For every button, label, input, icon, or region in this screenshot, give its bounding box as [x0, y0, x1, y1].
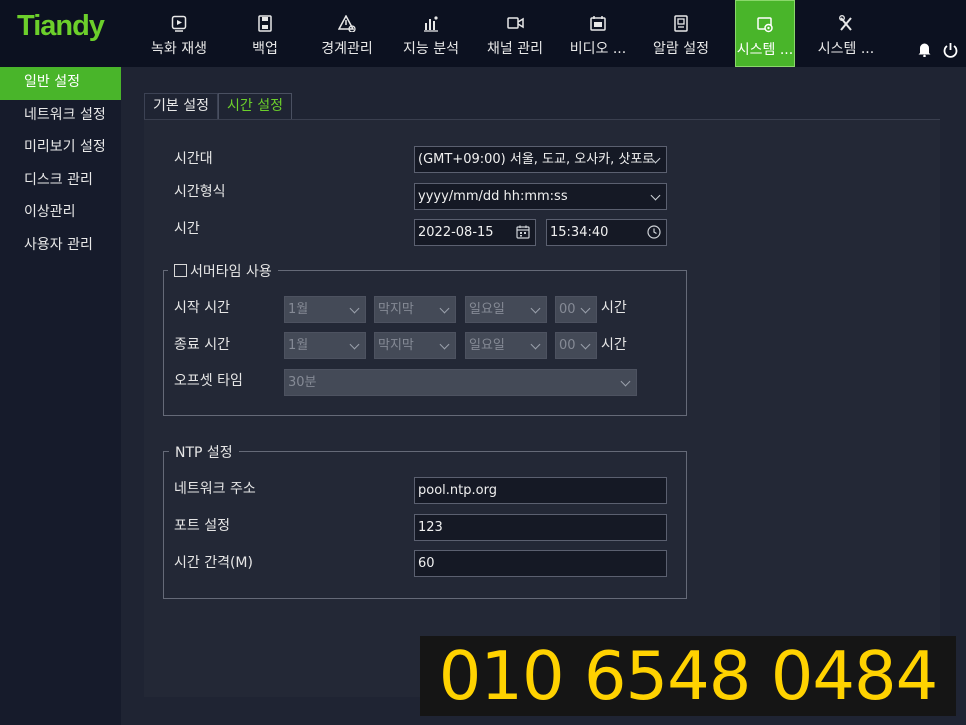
tab-time-settings[interactable]: 시간 설정: [217, 93, 292, 119]
dst-start-day-select[interactable]: 일요일: [465, 296, 547, 323]
dst-start-hour-select[interactable]: 00: [555, 296, 597, 323]
ntp-interval-value: 60: [418, 556, 435, 571]
tab-bar: 기본 설정 시간 설정: [144, 93, 292, 119]
play-icon: [168, 12, 190, 34]
nav-backup[interactable]: 백업: [235, 0, 295, 67]
nav-label: 알람 설정: [653, 41, 709, 57]
dst-end-day-select[interactable]: 일요일: [465, 332, 547, 359]
analytics-icon: [420, 12, 442, 34]
system-icon: [754, 13, 776, 35]
dst-offset-value: 30분: [288, 375, 317, 390]
time-format-value: yyyy/mm/dd hh:mm:ss: [418, 189, 568, 204]
tab-basic-settings[interactable]: 기본 설정: [144, 93, 218, 119]
dst-start-hour-value: 00: [559, 302, 576, 317]
time-format-label: 시간형식: [174, 184, 226, 200]
dst-end-day-value: 일요일: [469, 338, 505, 353]
dst-start-week-value: 막지막: [378, 302, 414, 317]
ntp-port-value: 123: [418, 520, 443, 535]
main-content: 기본 설정 시간 설정 시간대 (GMT+09:00) 서울, 도교, 오사카,…: [121, 67, 966, 725]
nav-label: 지능 분석: [403, 41, 459, 57]
ntp-address-input[interactable]: pool.ntp.org: [414, 477, 667, 504]
dst-offset-label: 오프셋 타임: [174, 373, 243, 389]
dst-end-week-value: 막지막: [378, 338, 414, 353]
video-icon: [587, 12, 609, 34]
dst-end-week-select[interactable]: 막지막: [374, 332, 456, 359]
ntp-address-value: pool.ntp.org: [418, 483, 497, 498]
nav-alarm[interactable]: 알람 설정: [650, 0, 712, 67]
dst-checkbox[interactable]: [174, 264, 187, 277]
alarm-icon: [670, 12, 692, 34]
dst-end-month-value: 1월: [288, 338, 309, 353]
nav-perimeter[interactable]: 경계관리: [314, 0, 380, 67]
calendar-icon[interactable]: [515, 224, 531, 240]
dst-start-month-value: 1월: [288, 302, 309, 317]
date-value: 2022-08-15: [418, 225, 494, 240]
dst-end-month-select[interactable]: 1월: [284, 332, 366, 359]
dst-start-week-select[interactable]: 막지막: [374, 296, 456, 323]
date-input[interactable]: 2022-08-15: [414, 219, 536, 246]
nav-label: 시스템 ...: [736, 42, 794, 58]
dst-end-hour-select[interactable]: 00: [555, 332, 597, 359]
sidebar-item-general[interactable]: 일반 설정: [0, 67, 121, 100]
ntp-port-label: 포트 설정: [174, 518, 230, 534]
nav-analytics[interactable]: 지능 분석: [398, 0, 464, 67]
time-settings-panel: 시간대 (GMT+09:00) 서울, 도교, 오사카, 삿포로 시간형식 yy…: [144, 119, 940, 697]
sidebar-item-network[interactable]: 네트워크 설정: [0, 100, 121, 133]
nav-channel[interactable]: 채널 관리: [484, 0, 546, 67]
timezone-label: 시간대: [174, 151, 213, 167]
dst-start-hour-unit: 시간: [601, 300, 627, 316]
timezone-value: (GMT+09:00) 서울, 도교, 오사카, 삿포로: [418, 152, 655, 167]
ntp-legend: NTP 설정: [169, 442, 239, 462]
sidebar-item-preview[interactable]: 미리보기 설정: [0, 132, 121, 165]
ntp-interval-label: 시간 간격(M): [174, 555, 253, 571]
dst-start-day-value: 일요일: [469, 302, 505, 317]
dst-end-label: 종료 시간: [174, 337, 230, 353]
dst-end-hour-value: 00: [559, 338, 576, 353]
nav-label: 경계관리: [321, 41, 373, 57]
nav-label: 백업: [252, 41, 278, 57]
clock-value: 15:34:40: [550, 225, 609, 240]
dst-offset-select[interactable]: 30분: [284, 369, 637, 396]
nav-playback[interactable]: 녹화 재생: [146, 0, 212, 67]
camera-icon: [504, 12, 526, 34]
clock-icon[interactable]: [646, 224, 662, 240]
logo: Tiandy: [17, 10, 105, 42]
nav-label: 시스템 ...: [817, 41, 875, 57]
top-bar: Tiandy 녹화 재생 백업 경계관리 지능 분석 채널 관리 비디오 ...…: [0, 0, 966, 67]
tools-icon: [835, 12, 857, 34]
sidebar-item-disk[interactable]: 디스크 관리: [0, 165, 121, 198]
notification-bell-icon[interactable]: [918, 42, 931, 61]
dst-start-month-select[interactable]: 1월: [284, 296, 366, 323]
ntp-address-label: 네트워크 주소: [174, 481, 256, 497]
dst-end-hour-unit: 시간: [601, 337, 627, 353]
nav-system-settings[interactable]: 시스템 ...: [735, 0, 795, 67]
nav-video[interactable]: 비디오 ...: [566, 0, 630, 67]
sidebar-item-exception[interactable]: 이상관리: [0, 197, 121, 230]
nav-label: 녹화 재생: [151, 41, 207, 57]
warning-icon: [336, 12, 358, 34]
timezone-select[interactable]: (GMT+09:00) 서울, 도교, 오사카, 삿포로: [414, 146, 667, 173]
time-label: 시간: [174, 221, 200, 237]
save-icon: [254, 12, 276, 34]
phone-watermark: 010 6548 0484: [420, 636, 956, 716]
ntp-interval-input[interactable]: 60: [414, 550, 667, 577]
time-format-select[interactable]: yyyy/mm/dd hh:mm:ss: [414, 183, 667, 210]
sidebar-item-users[interactable]: 사용자 관리: [0, 230, 121, 263]
power-icon[interactable]: [943, 42, 958, 62]
ntp-port-input[interactable]: 123: [414, 514, 667, 541]
nav-label: 채널 관리: [487, 41, 543, 57]
dst-legend-label: 서머타임 사용: [190, 264, 272, 280]
nav-system-tools[interactable]: 시스템 ...: [815, 0, 877, 67]
nav-label: 비디오 ...: [569, 41, 627, 57]
dst-legend[interactable]: 서머타임 사용: [168, 261, 278, 281]
dst-start-label: 시작 시간: [174, 300, 230, 316]
clock-input[interactable]: 15:34:40: [546, 219, 667, 246]
sidebar: 일반 설정 네트워크 설정 미리보기 설정 디스크 관리 이상관리 사용자 관리: [0, 67, 121, 725]
